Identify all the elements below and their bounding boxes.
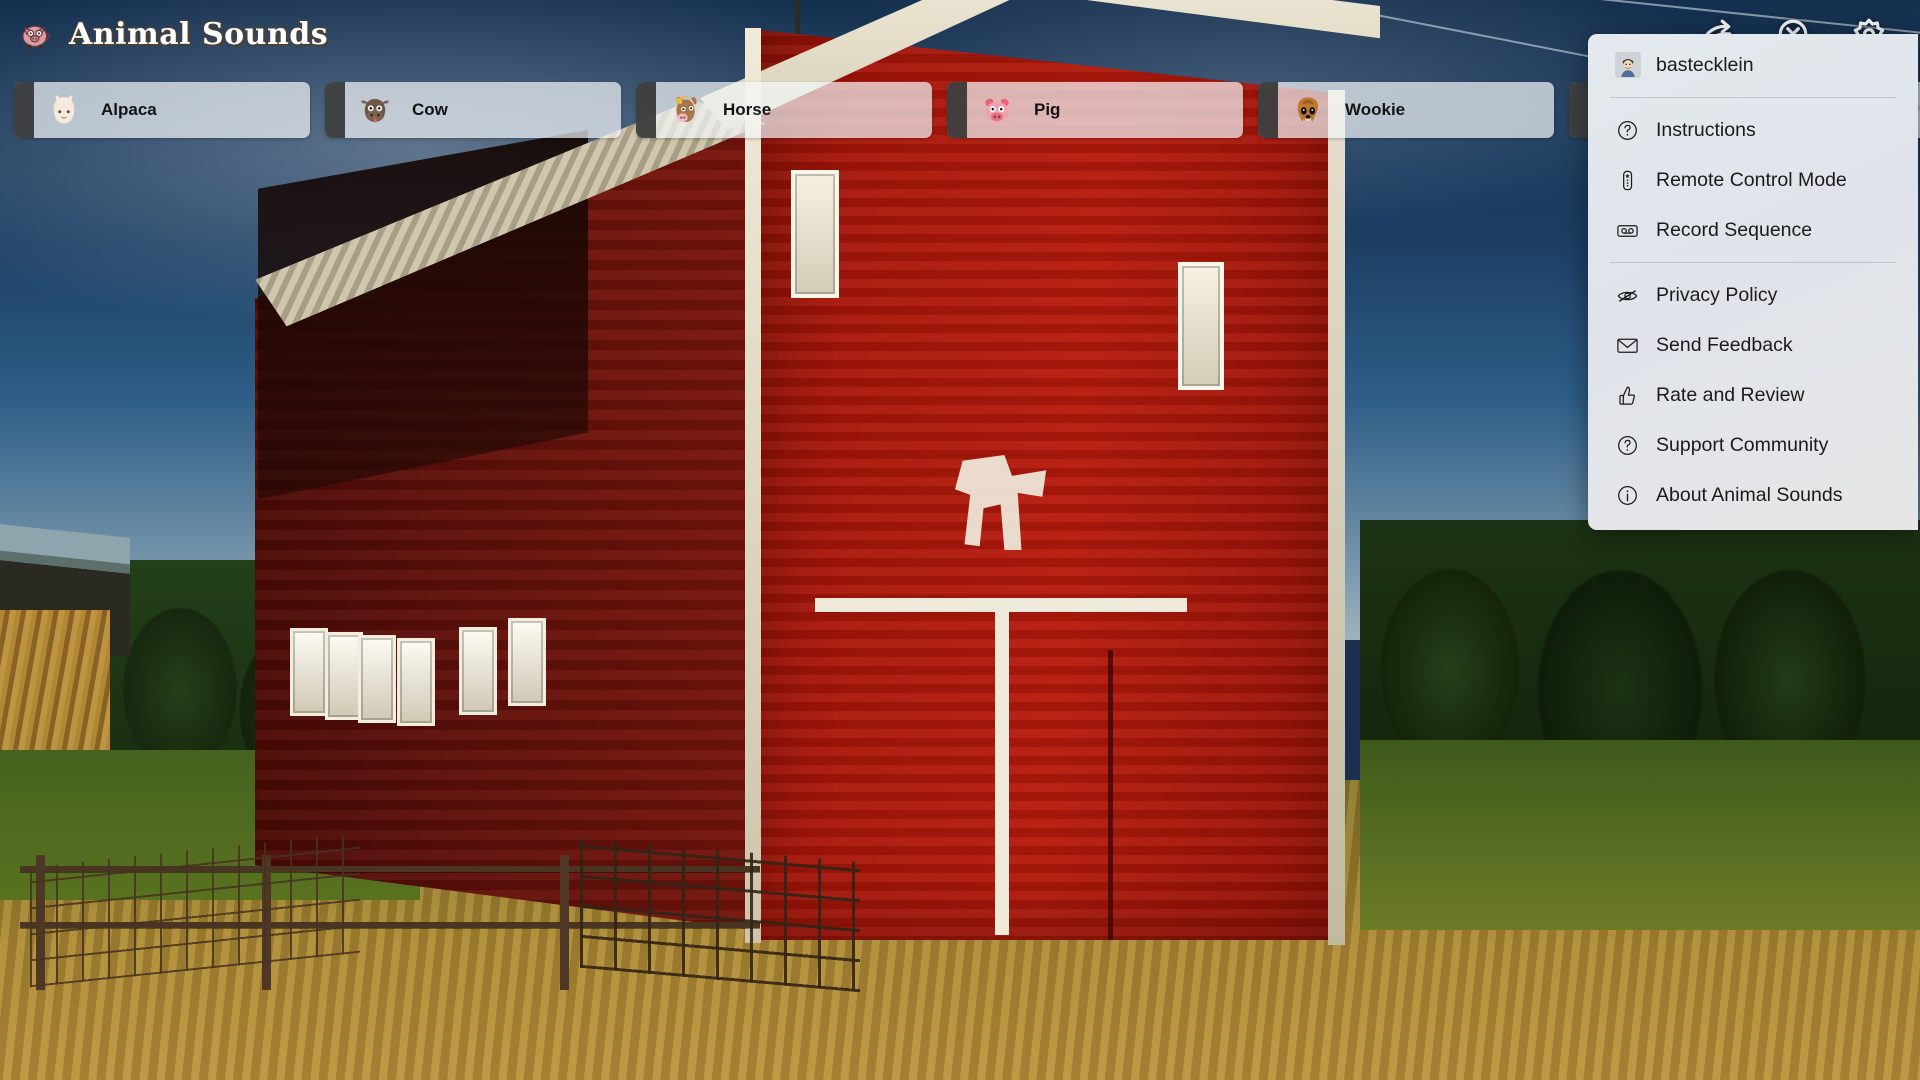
animal-button-alpaca[interactable]: Alpaca bbox=[14, 82, 310, 138]
menu-separator bbox=[1610, 262, 1896, 263]
animal-label: Wookie bbox=[1345, 100, 1406, 119]
animal-label: Horse bbox=[723, 100, 772, 119]
menu-item-rate-and-review[interactable]: Rate and Review bbox=[1588, 370, 1918, 420]
info-circle-icon bbox=[1615, 483, 1639, 507]
barn-door-seam bbox=[1108, 650, 1113, 940]
grid-cell: Pig bbox=[947, 82, 1258, 151]
menu-item-instructions[interactable]: Instructions bbox=[1588, 105, 1918, 155]
menu-item-record-sequence[interactable]: Record Sequence bbox=[1588, 205, 1918, 255]
farm-gate bbox=[580, 837, 860, 993]
fence bbox=[0, 800, 860, 993]
pig-logo-icon bbox=[22, 25, 51, 49]
cassette-icon bbox=[1615, 218, 1639, 242]
envelope-icon bbox=[1615, 333, 1639, 357]
menu-separator bbox=[1610, 97, 1896, 98]
grid-cell: Wookie bbox=[1258, 82, 1569, 151]
menu-item-privacy-policy[interactable]: Privacy Policy bbox=[1588, 270, 1918, 320]
barn-window bbox=[358, 635, 396, 723]
menu-item-account[interactable]: bastecklein bbox=[1588, 40, 1918, 90]
wookie-icon bbox=[1291, 93, 1325, 127]
grid-cell: Horse bbox=[636, 82, 947, 151]
menu-item-label: Support Community bbox=[1656, 433, 1829, 456]
barn-window bbox=[508, 618, 546, 706]
question-circle-icon bbox=[1615, 433, 1639, 457]
app-menu-flyout: bastecklein Instructions Remote Control … bbox=[1588, 34, 1918, 530]
account-name: bastecklein bbox=[1656, 53, 1754, 76]
barn-trim-right bbox=[1328, 90, 1345, 945]
page-title: Animal Sounds bbox=[69, 16, 329, 52]
fence-post bbox=[560, 855, 569, 990]
grid-cell: Cow bbox=[325, 82, 636, 151]
thumbs-up-icon bbox=[1615, 383, 1639, 407]
menu-item-label: Send Feedback bbox=[1656, 333, 1793, 356]
app-window: Animal Sounds Alpaca Cow Horse Pig Wooki… bbox=[0, 0, 1920, 1080]
menu-item-send-feedback[interactable]: Send Feedback bbox=[1588, 320, 1918, 370]
eye-off-icon bbox=[1615, 283, 1639, 307]
menu-item-label: Rate and Review bbox=[1656, 383, 1805, 406]
menu-item-support-community[interactable]: Support Community bbox=[1588, 420, 1918, 470]
barn-window bbox=[397, 638, 435, 726]
barn-window bbox=[459, 627, 497, 715]
fence-mesh bbox=[30, 832, 360, 988]
grid-cell: Alpaca bbox=[14, 82, 325, 151]
horse-icon bbox=[669, 93, 703, 127]
animal-label: Pig bbox=[1034, 100, 1061, 119]
cow-icon bbox=[358, 93, 392, 127]
grass-right bbox=[1360, 740, 1920, 930]
barn-upper-window bbox=[1178, 262, 1224, 390]
menu-item-label: Instructions bbox=[1656, 118, 1756, 141]
animal-label: Cow bbox=[412, 100, 448, 119]
barn-door-trim-vertical bbox=[995, 605, 1009, 935]
menu-item-label: Record Sequence bbox=[1656, 218, 1813, 241]
menu-item-remote-control-mode[interactable]: Remote Control Mode bbox=[1588, 155, 1918, 205]
remote-control-icon bbox=[1615, 168, 1639, 192]
animal-button-wookie[interactable]: Wookie bbox=[1258, 82, 1554, 138]
menu-item-label: Remote Control Mode bbox=[1656, 168, 1847, 191]
animal-button-pig[interactable]: Pig bbox=[947, 82, 1243, 138]
alpaca-icon bbox=[47, 93, 81, 127]
animal-button-cow[interactable]: Cow bbox=[325, 82, 621, 138]
menu-item-label: Privacy Policy bbox=[1656, 283, 1778, 306]
user-avatar-icon bbox=[1615, 52, 1641, 78]
animal-label: Alpaca bbox=[101, 100, 157, 119]
menu-item-about-animal-sounds[interactable]: About Animal Sounds bbox=[1588, 470, 1918, 520]
menu-item-label: About Animal Sounds bbox=[1656, 483, 1843, 506]
animal-button-horse[interactable]: Horse bbox=[636, 82, 932, 138]
barn-upper-window bbox=[791, 170, 839, 298]
pig-icon bbox=[980, 93, 1014, 127]
barn-window bbox=[290, 628, 328, 716]
question-circle-icon bbox=[1615, 118, 1639, 142]
